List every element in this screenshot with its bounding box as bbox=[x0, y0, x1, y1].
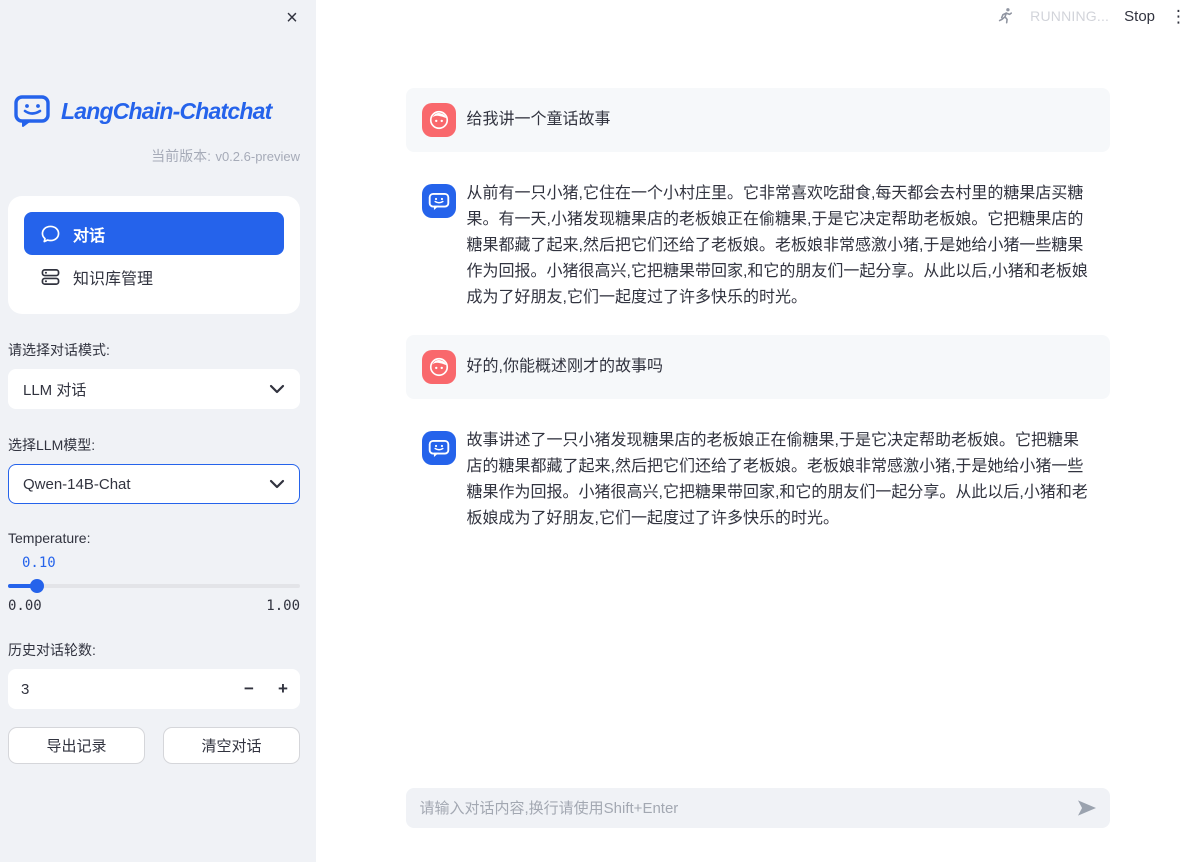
version-label: 当前版本: bbox=[151, 148, 211, 164]
increment-button[interactable]: + bbox=[266, 669, 300, 709]
llm-model-select[interactable]: Qwen-14B-Chat bbox=[8, 464, 300, 504]
slider-range-labels: 0.00 1.00 bbox=[8, 598, 300, 614]
sidebar-close-button[interactable]: × bbox=[280, 6, 304, 30]
llm-model-value: Qwen-14B-Chat bbox=[23, 476, 131, 493]
history-rounds-value: 3 bbox=[21, 681, 232, 698]
temperature-label: Temperature: bbox=[8, 530, 300, 546]
chevron-down-icon bbox=[269, 384, 285, 394]
database-stack-icon bbox=[41, 268, 60, 286]
main-area: RUNNING... Stop ⋮ 给我讲一个童话故事 bbox=[316, 0, 1199, 862]
message-text: 故事讲述了一只小猪发现糖果店的老板娘正在偷糖果,于是它决定帮助老板娘。它把糖果店… bbox=[467, 428, 1094, 532]
sidebar-actions: 导出记录 清空对话 bbox=[8, 727, 300, 764]
chevron-down-icon bbox=[269, 479, 285, 489]
version-info: 当前版本: v0.2.6-preview bbox=[8, 146, 300, 166]
clear-chat-button[interactable]: 清空对话 bbox=[163, 727, 300, 764]
chat-input[interactable] bbox=[420, 800, 1076, 817]
send-icon[interactable] bbox=[1076, 799, 1098, 817]
chat-input-bar bbox=[406, 788, 1110, 828]
sidebar: × LangChain-Chatchat 当前版本: v0.2.6-previe… bbox=[0, 0, 316, 862]
nav-item-knowledge-base[interactable]: 知识库管理 bbox=[24, 255, 284, 298]
overflow-menu-icon[interactable]: ⋮ bbox=[1170, 8, 1187, 25]
dialog-mode-value: LLM 对话 bbox=[23, 379, 86, 400]
assistant-avatar bbox=[422, 184, 456, 218]
chat-bubble-logo-icon bbox=[14, 94, 52, 128]
nav-item-label: 对话 bbox=[73, 222, 105, 246]
slider-thumb[interactable] bbox=[30, 579, 44, 593]
message-text: 给我讲一个童话故事 bbox=[467, 107, 611, 133]
history-rounds-label: 历史对话轮数: bbox=[8, 640, 300, 660]
chat-message-user: 好的,你能概述刚才的故事吗 bbox=[406, 335, 1110, 399]
dialog-mode-label: 请选择对话模式: bbox=[8, 340, 300, 360]
chat-message-list: 给我讲一个童话故事 从前有一只小猪,它住在一个小村庄里。它非常喜欢吃甜食,每天都… bbox=[406, 0, 1110, 548]
temperature-slider[interactable] bbox=[8, 584, 300, 588]
dialog-mode-select[interactable]: LLM 对话 bbox=[8, 369, 300, 409]
slider-max-label: 1.00 bbox=[266, 598, 300, 614]
app-window: × LangChain-Chatchat 当前版本: v0.2.6-previe… bbox=[0, 0, 1199, 862]
app-title: LangChain-Chatchat bbox=[61, 98, 272, 125]
message-text: 从前有一只小猪,它住在一个小村庄里。它非常喜欢吃甜食,每天都会去村里的糖果店买糖… bbox=[467, 181, 1094, 311]
export-history-button[interactable]: 导出记录 bbox=[8, 727, 145, 764]
chat-message-assistant: 从前有一只小猪,它住在一个小村庄里。它非常喜欢吃甜食,每天都会去村里的糖果店买糖… bbox=[406, 170, 1110, 327]
temperature-value: 0.10 bbox=[8, 555, 300, 571]
stop-button[interactable]: Stop bbox=[1124, 8, 1155, 25]
user-avatar bbox=[422, 103, 456, 137]
nav-item-label: 知识库管理 bbox=[73, 265, 153, 289]
status-toolbar: RUNNING... Stop ⋮ bbox=[995, 6, 1187, 26]
decrement-button[interactable]: − bbox=[232, 669, 266, 709]
llm-model-label: 选择LLM模型: bbox=[8, 435, 300, 455]
app-logo: LangChain-Chatchat bbox=[8, 94, 300, 128]
user-avatar bbox=[422, 350, 456, 384]
nav-menu: 对话 知识库管理 bbox=[8, 196, 300, 314]
chat-message-assistant: 故事讲述了一只小猪发现糖果店的老板娘正在偷糖果,于是它决定帮助老板娘。它把糖果店… bbox=[406, 417, 1110, 548]
running-status-text: RUNNING... bbox=[1030, 8, 1109, 24]
nav-item-dialogue[interactable]: 对话 bbox=[24, 212, 284, 255]
assistant-avatar bbox=[422, 431, 456, 465]
chat-bubble-icon bbox=[41, 225, 60, 243]
running-man-icon bbox=[995, 6, 1015, 26]
message-text: 好的,你能概述刚才的故事吗 bbox=[467, 354, 663, 380]
version-value: v0.2.6-preview bbox=[215, 149, 300, 164]
slider-min-label: 0.00 bbox=[8, 598, 42, 614]
history-rounds-input[interactable]: 3 − + bbox=[8, 669, 300, 709]
chat-message-user: 给我讲一个童话故事 bbox=[406, 88, 1110, 152]
